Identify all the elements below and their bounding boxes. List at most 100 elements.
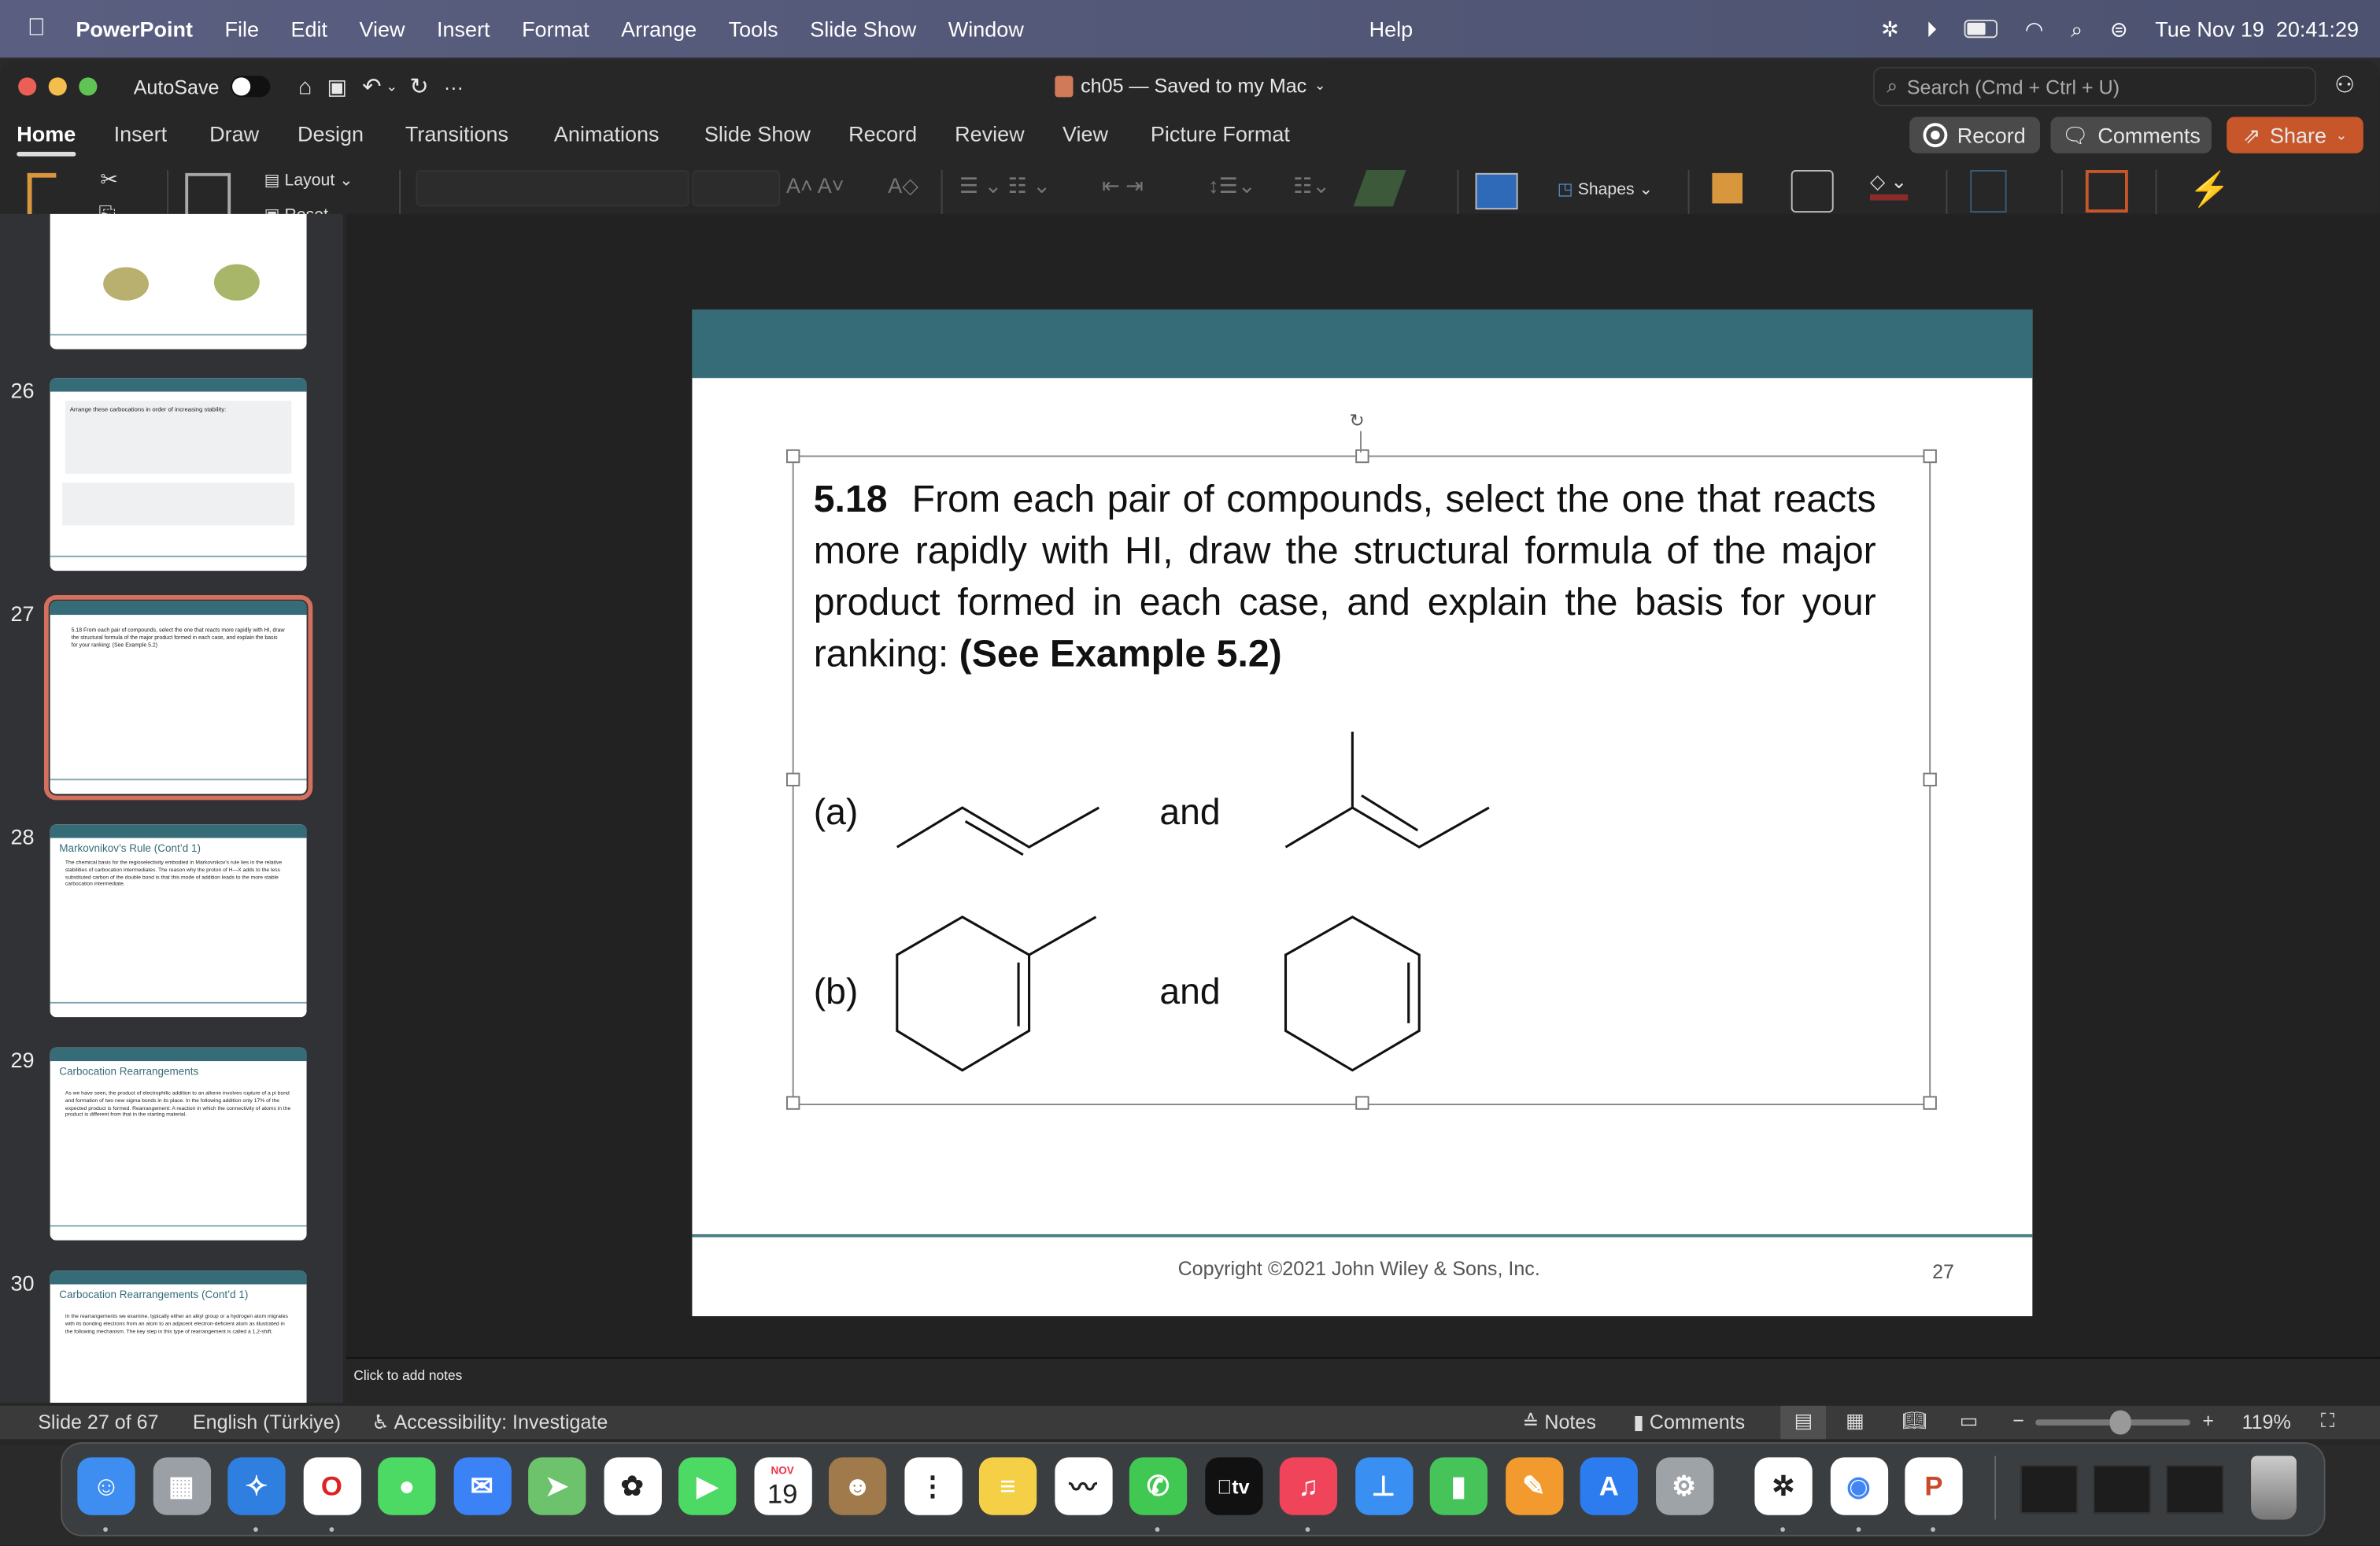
dock-app-whatsapp[interactable]: ✆ xyxy=(1129,1457,1188,1515)
menu-tools[interactable]: Tools xyxy=(729,17,778,41)
dock-app-maps[interactable]: ➤ xyxy=(528,1457,586,1515)
shape-fill-icon[interactable]: ◇ ⌄ xyxy=(1869,170,1908,201)
layout-button[interactable]: ▤ Layout ⌄ xyxy=(264,170,353,190)
dock-app-app-store[interactable]: A xyxy=(1580,1457,1638,1515)
font-size-dropdown[interactable] xyxy=(692,169,781,207)
designer-icon[interactable]: ⚡ xyxy=(2189,170,2230,209)
line-spacing-icon[interactable]: ↕☰⌄ xyxy=(1208,173,1255,199)
dock-app-finder[interactable]: ☺ xyxy=(77,1457,135,1515)
smartart-icon[interactable] xyxy=(1353,169,1406,207)
slide-thumbnail-29[interactable]: Carbocation Rearrangements As we have se… xyxy=(50,1047,307,1241)
minimized-window-thumbnail[interactable] xyxy=(2020,1465,2079,1514)
indent-icons[interactable]: ⇤ ⇥ xyxy=(1102,173,1144,199)
dock-app-pages[interactable]: ✎ xyxy=(1505,1457,1563,1515)
dock-app-chrome[interactable]: ◉ xyxy=(1829,1457,1888,1515)
slide-thumbnail-25[interactable] xyxy=(50,213,307,350)
undo-dropdown-icon[interactable]: ⌄ xyxy=(386,78,397,94)
dock-app-reminders[interactable]: ⋮ xyxy=(904,1457,962,1515)
tab-insert[interactable]: Insert xyxy=(114,121,168,146)
notes-toggle-button[interactable]: ≙ Notes xyxy=(1522,1411,1596,1435)
cut-icon[interactable]: ✂ xyxy=(100,167,118,193)
collaborate-icon[interactable]: ⚇ xyxy=(2334,72,2355,99)
close-window-button[interactable] xyxy=(18,77,37,96)
sensitivity-icon[interactable] xyxy=(1970,169,2007,213)
document-title[interactable]: ch05 — Saved to my Mac ⌄ xyxy=(1055,74,1325,97)
undo-icon[interactable]: ↶ xyxy=(362,73,381,100)
bullets-icon[interactable]: ☰ ⌄ ☷ ⌄ xyxy=(959,173,1051,199)
dock-app-keynote[interactable]: ⊥ xyxy=(1354,1457,1413,1515)
dock-app-opera[interactable]: O xyxy=(302,1457,361,1515)
tab-review[interactable]: Review xyxy=(955,121,1025,146)
trash-icon[interactable] xyxy=(2251,1455,2297,1520)
tab-record[interactable]: Record xyxy=(848,121,917,146)
arrange-icon[interactable] xyxy=(1712,172,1743,204)
picture-icon[interactable] xyxy=(1475,172,1518,210)
dock-app-notes[interactable]: ≡ xyxy=(978,1457,1037,1515)
save-icon[interactable]: ▣ xyxy=(327,74,347,100)
language-indicator[interactable]: English (Türkiye) xyxy=(193,1411,341,1433)
dock-app-powerpoint[interactable]: P xyxy=(1905,1457,1963,1515)
apple-menu-icon[interactable]:  xyxy=(28,15,46,43)
menu-view[interactable]: View xyxy=(359,17,405,41)
slide-thumbnail-28[interactable]: Markovnikov’s Rule (Cont’d 1) The chemic… xyxy=(50,824,307,1018)
dock-app-mail[interactable]: ✉ xyxy=(453,1457,511,1515)
tab-draw[interactable]: Draw xyxy=(209,121,259,146)
tab-slide-show[interactable]: Slide Show xyxy=(704,121,811,146)
reading-view-icon[interactable]: 📖︎ xyxy=(1901,1409,1927,1433)
tab-transitions[interactable]: Transitions xyxy=(405,121,508,146)
tab-picture-format[interactable]: Picture Format xyxy=(1151,121,1290,146)
slide-sorter-icon[interactable]: ▦ xyxy=(1846,1409,1864,1433)
minimized-window-thumbnail[interactable] xyxy=(2166,1465,2224,1514)
menu-help[interactable]: Help xyxy=(1369,17,1414,41)
dock-app-launchpad[interactable]: ▦ xyxy=(152,1457,211,1515)
new-slide-icon[interactable] xyxy=(185,172,231,219)
menu-window[interactable]: Window xyxy=(948,17,1024,41)
slide-editor[interactable]: ↻ 5.18 From each pair of compounds, sele… xyxy=(346,213,2380,1358)
minimized-window-thumbnail[interactable] xyxy=(2093,1465,2151,1514)
zoom-slider-thumb[interactable] xyxy=(2109,1410,2131,1435)
tab-design[interactable]: Design xyxy=(298,121,364,146)
dock-app-system-settings[interactable]: ⚙ xyxy=(1655,1457,1713,1515)
grow-font-icon[interactable]: A˄ A˅ xyxy=(786,173,844,198)
slide-thumbnail-30[interactable]: Carbocation Rearrangements (Cont’d 1) In… xyxy=(50,1270,307,1403)
accessibility-button[interactable]: ♿︎ Accessibility: Investigate xyxy=(371,1411,608,1435)
dock-app-tv[interactable]: tv xyxy=(1204,1457,1262,1515)
menu-file[interactable]: File xyxy=(224,17,259,41)
dock-app-facetime[interactable]: ▶ xyxy=(678,1457,737,1515)
slide-thumbnail-27-selected[interactable]: 5.18 From each pair of compounds, select… xyxy=(43,594,313,801)
share-button[interactable]: ⇗ Share ⌄ xyxy=(2227,117,2363,153)
wifi-icon[interactable]: ◠ xyxy=(2025,16,2044,42)
tab-home[interactable]: Home xyxy=(17,121,76,157)
dock-app-photos[interactable]: ✿ xyxy=(603,1457,661,1515)
shapes-button[interactable]: ◳ Shapes ⌄ xyxy=(1558,179,1654,198)
zoom-out-button[interactable]: − xyxy=(2012,1409,2024,1432)
search-box[interactable]: ⌕ Search (Cmd + Ctrl + U) xyxy=(1872,66,2316,106)
dock-app-numbers[interactable]: ▮ xyxy=(1429,1457,1488,1515)
minimize-window-button[interactable] xyxy=(48,77,67,96)
tab-animations[interactable]: Animations xyxy=(554,121,660,146)
slide-show-icon[interactable]: ▭ xyxy=(1960,1409,1979,1433)
notes-pane[interactable]: Click to add notes xyxy=(346,1357,2380,1404)
dock-app-safari[interactable]: ✧ xyxy=(227,1457,286,1515)
dock-app-contacts[interactable]: ☻ xyxy=(828,1457,887,1515)
clear-formatting-icon[interactable]: A◇ xyxy=(888,173,918,199)
dock-app-freeform[interactable]: 〰 xyxy=(1054,1457,1112,1515)
dock-app-music[interactable]: ♫ xyxy=(1279,1457,1338,1515)
dock-app-calendar[interactable]: NOV 19 xyxy=(753,1457,811,1515)
zoom-in-button[interactable]: + xyxy=(2202,1409,2214,1432)
slide-thumbnail-pane[interactable]: 26 Arrange these carbocations in order o… xyxy=(0,213,343,1403)
autosave-toggle[interactable] xyxy=(231,76,272,98)
notes-placeholder[interactable]: Click to add notes xyxy=(353,1368,462,1383)
control-center-icon[interactable]: ⊜ xyxy=(2110,16,2128,42)
menu-slide-show[interactable]: Slide Show xyxy=(810,17,916,41)
menu-arrange[interactable]: Arrange xyxy=(621,17,697,41)
home-icon[interactable]: ⌂ xyxy=(298,74,312,100)
columns-icon[interactable]: ☷⌄ xyxy=(1293,173,1330,199)
clock[interactable]: Tue Nov 19 20:41:29 xyxy=(2155,17,2359,41)
tab-view[interactable]: View xyxy=(1062,121,1108,146)
slide-canvas[interactable]: ↻ 5.18 From each pair of compounds, sele… xyxy=(692,309,2033,1317)
menu-edit[interactable]: Edit xyxy=(290,17,327,41)
menu-app-name[interactable]: PowerPoint xyxy=(76,17,193,41)
fit-to-window-icon[interactable]: ⛶ xyxy=(2321,1409,2335,1433)
dock-app-messages[interactable]: ● xyxy=(378,1457,436,1515)
